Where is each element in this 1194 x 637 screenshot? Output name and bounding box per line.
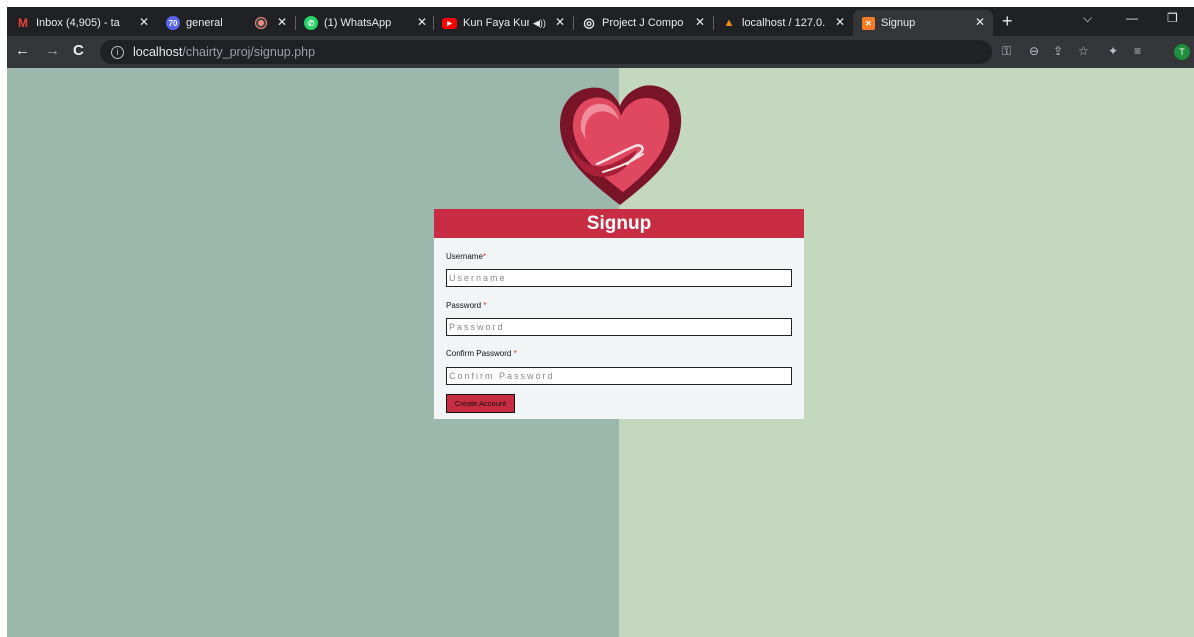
- url-path: /chairty_proj/signup.php: [182, 45, 316, 59]
- tab-recording[interactable]: ✕: [247, 10, 295, 36]
- close-icon[interactable]: ✕: [139, 15, 149, 29]
- tab-whatsapp[interactable]: ✆ (1) WhatsApp ✕: [295, 10, 435, 36]
- youtube-icon: ▶: [442, 17, 457, 29]
- password-label: Password *: [446, 301, 487, 310]
- heart-hand-logo: [560, 85, 682, 205]
- required-mark: *: [482, 252, 487, 261]
- signup-title: Signup: [434, 209, 804, 238]
- zoom-icon[interactable]: ⊖: [1029, 44, 1039, 58]
- url-host: localhost: [133, 45, 183, 59]
- profile-avatar[interactable]: T: [1174, 44, 1190, 60]
- xampp-icon: ✕: [862, 16, 875, 30]
- tab-title: general: [186, 17, 223, 29]
- tab-project-j[interactable]: ◎ Project J Compo ✕: [573, 10, 713, 36]
- toolbar: ← → C i localhost /chairty_proj/signup.p…: [7, 36, 1194, 68]
- required-mark: *: [513, 349, 517, 358]
- address-bar[interactable]: i localhost /chairty_proj/signup.php: [100, 40, 992, 64]
- share-icon[interactable]: ⇪: [1053, 44, 1063, 58]
- tab-title: (1) WhatsApp: [324, 17, 392, 29]
- confirm-password-input[interactable]: [446, 367, 792, 385]
- tab-strip: M Inbox (4,905) - ta ✕ 70 general ✕ ✆ (1…: [7, 7, 1194, 36]
- audio-playing-icon[interactable]: ◀)): [533, 18, 546, 29]
- confirm-password-label: Confirm Password *: [446, 349, 517, 358]
- tab-signup[interactable]: ✕ Signup ✕: [853, 10, 993, 36]
- reading-list-icon[interactable]: ≡: [1134, 44, 1141, 58]
- close-icon[interactable]: ✕: [835, 15, 845, 29]
- tab-title: Signup: [881, 17, 916, 29]
- username-input[interactable]: [446, 269, 792, 287]
- tab-title: Kun Faya Kun: [463, 17, 529, 29]
- tab-search-icon[interactable]: ⌵: [1083, 11, 1092, 26]
- close-icon[interactable]: ✕: [975, 15, 985, 29]
- reload-icon[interactable]: C: [73, 42, 84, 60]
- bookmark-star-icon[interactable]: ☆: [1078, 44, 1089, 58]
- minimize-button[interactable]: —: [1126, 11, 1138, 25]
- create-account-button[interactable]: Create Account: [446, 394, 515, 413]
- tab-title: Project J Compo: [602, 17, 684, 29]
- signup-card: Signup Username* Password * Confirm Pass…: [434, 209, 804, 419]
- tab-title: Inbox (4,905) - ta: [36, 17, 120, 29]
- whatsapp-icon: ✆: [304, 16, 318, 30]
- tab-youtube[interactable]: ▶ Kun Faya Kun ◀)) ✕: [433, 10, 573, 36]
- username-label: Username*: [446, 252, 487, 261]
- browser-window: M Inbox (4,905) - ta ✕ 70 general ✕ ✆ (1…: [7, 7, 1194, 637]
- close-icon[interactable]: ✕: [555, 15, 565, 29]
- page-viewport: Signup Username* Password * Confirm Pass…: [7, 68, 1194, 637]
- gmail-icon: M: [18, 16, 28, 30]
- restore-button[interactable]: ❐: [1167, 11, 1178, 25]
- tab-phpmyadmin[interactable]: ▲ localhost / 127.0. ✕: [713, 10, 853, 36]
- forward-arrow-icon[interactable]: →: [45, 42, 60, 60]
- close-icon[interactable]: ✕: [695, 15, 705, 29]
- close-icon[interactable]: ✕: [277, 15, 287, 29]
- notification-badge-icon: 70: [166, 16, 180, 30]
- key-icon[interactable]: ⚿: [1002, 44, 1011, 58]
- globe-icon: ◎: [583, 15, 595, 30]
- password-input[interactable]: [446, 318, 792, 336]
- phpmyadmin-icon: ▲: [723, 17, 735, 29]
- back-arrow-icon[interactable]: ←: [15, 42, 30, 60]
- tab-title: localhost / 127.0.: [742, 17, 826, 29]
- close-icon[interactable]: ✕: [417, 15, 427, 29]
- recording-icon: [256, 18, 266, 28]
- required-mark: *: [483, 301, 487, 310]
- extensions-puzzle-icon[interactable]: ✦: [1108, 44, 1118, 58]
- info-icon[interactable]: i: [111, 45, 124, 59]
- new-tab-button[interactable]: +: [1002, 12, 1013, 30]
- tab-gmail[interactable]: M Inbox (4,905) - ta ✕: [7, 10, 157, 36]
